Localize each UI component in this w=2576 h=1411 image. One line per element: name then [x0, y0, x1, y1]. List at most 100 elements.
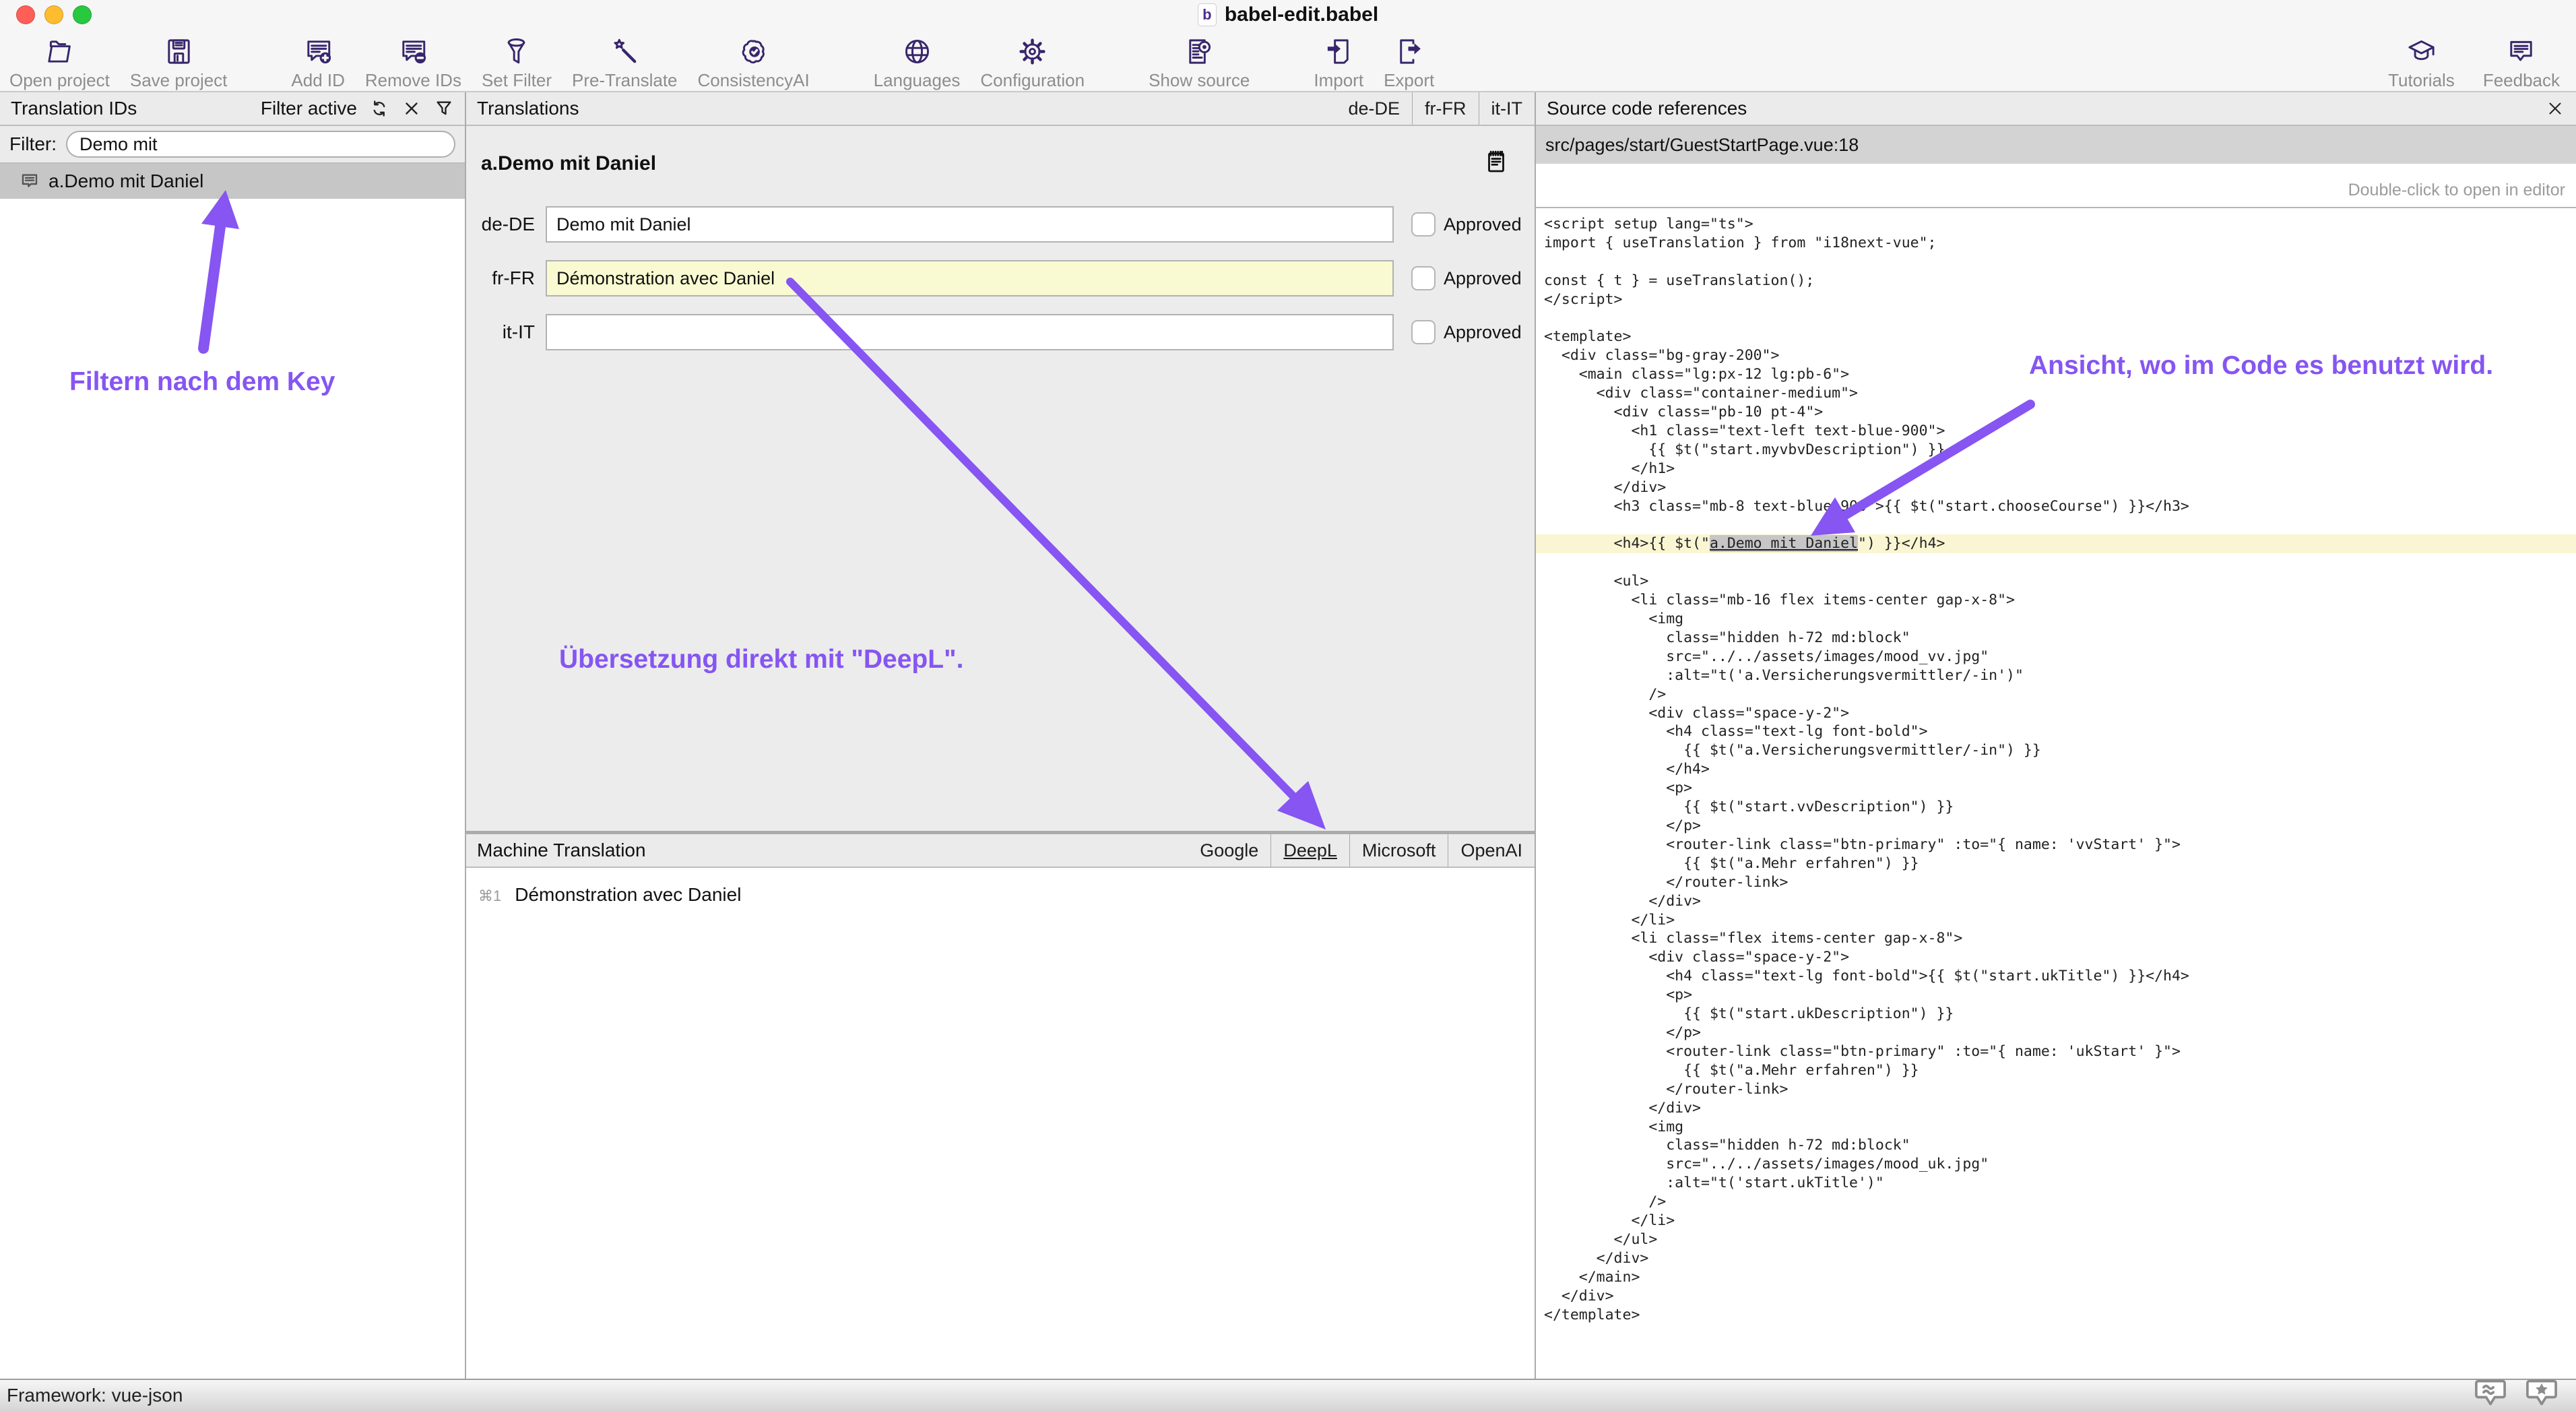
- code-line: </div>: [1544, 1249, 2576, 1268]
- code-line: <div class="space-y-2">: [1544, 948, 2576, 967]
- toolbar-add-id-button[interactable]: Add ID: [291, 35, 345, 91]
- provider-tab-microsoft[interactable]: Microsoft: [1349, 834, 1448, 867]
- code-line: src="../../assets/images/mood_vv.jpg": [1544, 648, 2576, 666]
- translations-panel: Translations de-DEfr-FRit-IT a.Demo mit …: [466, 92, 1535, 1379]
- toolbar-item-label: Feedback: [2483, 70, 2560, 91]
- window-title: babel-edit.babel: [1225, 3, 1378, 26]
- translation-input-it-it[interactable]: [546, 314, 1394, 350]
- language-label: fr-FR: [481, 268, 535, 289]
- refresh-icon[interactable]: [369, 98, 389, 119]
- approved-label: Approved: [1444, 322, 1522, 343]
- code-line: </template>: [1544, 1306, 2576, 1325]
- toolbar-item-label: Pre-Translate: [572, 70, 678, 91]
- approved-checkbox-it-it[interactable]: [1411, 320, 1436, 344]
- code-line: </p>: [1544, 1024, 2576, 1042]
- translation-row-fr-fr: fr-FRApproved: [481, 260, 1535, 296]
- clear-filter-icon[interactable]: [401, 98, 422, 119]
- toolbar-languages-button[interactable]: Languages: [874, 35, 961, 91]
- code-line: :alt="t('start.ukTitle')": [1544, 1174, 2576, 1193]
- toolbar-item-label: Languages: [874, 70, 961, 91]
- zoom-window-button[interactable]: [73, 5, 92, 24]
- code-line: <li class="mb-16 flex items-center gap-x…: [1544, 591, 2576, 610]
- code-line: <h3 class="mb-8 text-blue-900">{{ $t("st…: [1544, 497, 2576, 516]
- translation-key-link[interactable]: a.Demo mit Daniel: [1710, 535, 1858, 552]
- code-line: </div>: [1544, 1287, 2576, 1306]
- id-list-item-label: a.Demo mit Daniel: [49, 170, 203, 192]
- code-line: <img: [1544, 610, 2576, 629]
- close-window-button[interactable]: [16, 5, 35, 24]
- toolbar-item-label: Show source: [1149, 70, 1250, 91]
- filter-label: Filter:: [9, 133, 57, 155]
- toolbar-remove-ids-button[interactable]: Remove IDs: [365, 35, 461, 91]
- titlebar: b babel-edit.babel: [0, 0, 2576, 30]
- code-line: [1544, 516, 2576, 535]
- toolbar-configuration-button[interactable]: Configuration: [980, 35, 1085, 91]
- language-tab-fr-fr[interactable]: fr-FR: [1412, 92, 1478, 125]
- translation-input-de-de[interactable]: [546, 206, 1394, 243]
- machine-translation-result[interactable]: ⌘1Démonstration avec Daniel: [466, 879, 1535, 906]
- translation-input-fr-fr[interactable]: [546, 260, 1394, 296]
- source-file-path: src/pages/start/GuestStartPage.vue:18: [1545, 135, 1859, 156]
- toolbar-open-project-button[interactable]: Open project: [9, 35, 110, 91]
- babel-file-icon: b: [1198, 3, 1217, 26]
- minimize-window-button[interactable]: [44, 5, 63, 24]
- code-line: :alt="t('a.Versicherungsvermittler/-in')…: [1544, 666, 2576, 685]
- code-line: class="hidden h-72 md:block": [1544, 629, 2576, 648]
- id-list-item[interactable]: a.Demo mit Daniel: [0, 164, 465, 199]
- toolbar-export-button[interactable]: Export: [1384, 35, 1434, 91]
- translation-id-list: a.Demo mit Daniel: [0, 164, 465, 1379]
- toolbar-feedback-button[interactable]: Feedback: [2483, 35, 2560, 91]
- code-line: </div>: [1544, 1099, 2576, 1118]
- translation-ids-panel: Translation IDs Filter active Filter: a.…: [0, 92, 465, 1379]
- toolbar-tutorials-button[interactable]: Tutorials: [2388, 35, 2455, 91]
- window-chrome: b babel-edit.babel Open project Save proj…: [0, 0, 2576, 92]
- language-tab-it-it[interactable]: it-IT: [1479, 92, 1535, 125]
- toolbar: Open project Save project Add ID Remove IDs…: [0, 31, 2576, 92]
- toolbar-left-groups: Open project Save project Add ID Remove IDs…: [9, 35, 1434, 91]
- source-references-panel: Source code references src/pages/start/G…: [1536, 92, 2576, 1379]
- language-label: de-DE: [481, 214, 535, 235]
- code-line: import { useTranslation } from "i18next-…: [1544, 234, 2576, 253]
- toolbar-show-source-button[interactable]: Show source: [1149, 35, 1250, 91]
- approved-checkbox-fr-fr[interactable]: [1411, 266, 1436, 290]
- translation-ids-header: Translation IDs Filter active: [0, 92, 465, 126]
- code-view: <script setup lang="ts">import { useTran…: [1536, 208, 2576, 1379]
- code-line: <div class="space-y-2">: [1544, 704, 2576, 723]
- filter-input[interactable]: [66, 131, 455, 158]
- toolbar-set-filter-button[interactable]: Set Filter: [482, 35, 552, 91]
- toolbar-item-label: Add ID: [291, 70, 345, 91]
- bubble-approx-icon[interactable]: [2474, 1379, 2507, 1411]
- code-line: <div class="container-medium">: [1544, 384, 2576, 403]
- comment-icon: [19, 170, 40, 192]
- close-panel-icon[interactable]: [2545, 98, 2565, 119]
- open-folder-icon: [44, 35, 75, 67]
- add-id-icon: [302, 35, 334, 67]
- provider-tab-openai[interactable]: OpenAI: [1448, 834, 1535, 867]
- translation-row-it-it: it-ITApproved: [481, 314, 1535, 350]
- approved-checkbox-de-de[interactable]: [1411, 212, 1436, 237]
- show-source-icon: [1184, 35, 1215, 67]
- source-file-reference[interactable]: src/pages/start/GuestStartPage.vue:18: [1536, 126, 2576, 164]
- toolbar-item-label: Set Filter: [482, 70, 552, 91]
- language-tab-de-de[interactable]: de-DE: [1336, 92, 1412, 125]
- source-references-title: Source code references: [1547, 98, 1747, 119]
- code-line: [1544, 309, 2576, 328]
- provider-tab-deepl[interactable]: DeepL: [1270, 834, 1349, 867]
- code-line: />: [1544, 685, 2576, 704]
- toolbar-item-label: Remove IDs: [365, 70, 461, 91]
- filter-funnel-icon[interactable]: [434, 98, 454, 119]
- provider-tab-google[interactable]: Google: [1188, 834, 1270, 867]
- notes-icon[interactable]: [1482, 148, 1510, 179]
- translations-header: Translations de-DEfr-FRit-IT: [466, 92, 1535, 126]
- toolbar-save-project-button[interactable]: Save project: [130, 35, 228, 91]
- code-line: </li>: [1544, 1212, 2576, 1230]
- toolbar-import-button[interactable]: Import: [1314, 35, 1363, 91]
- toolbar-item-label: Import: [1314, 70, 1363, 91]
- code-line: </li>: [1544, 911, 2576, 930]
- bubble-star-icon[interactable]: [2525, 1379, 2558, 1411]
- code-line: <div class="bg-gray-200">: [1544, 346, 2576, 365]
- translation-rows: de-DE Approved fr-FRApproved it-ITApproved: [481, 206, 1535, 350]
- toolbar-consistencyai-button[interactable]: ConsistencyAI: [698, 35, 810, 91]
- code-line: <h4 class="text-lg font-bold">{{ $t("sta…: [1544, 967, 2576, 986]
- toolbar-pre-translate-button[interactable]: Pre-Translate: [572, 35, 678, 91]
